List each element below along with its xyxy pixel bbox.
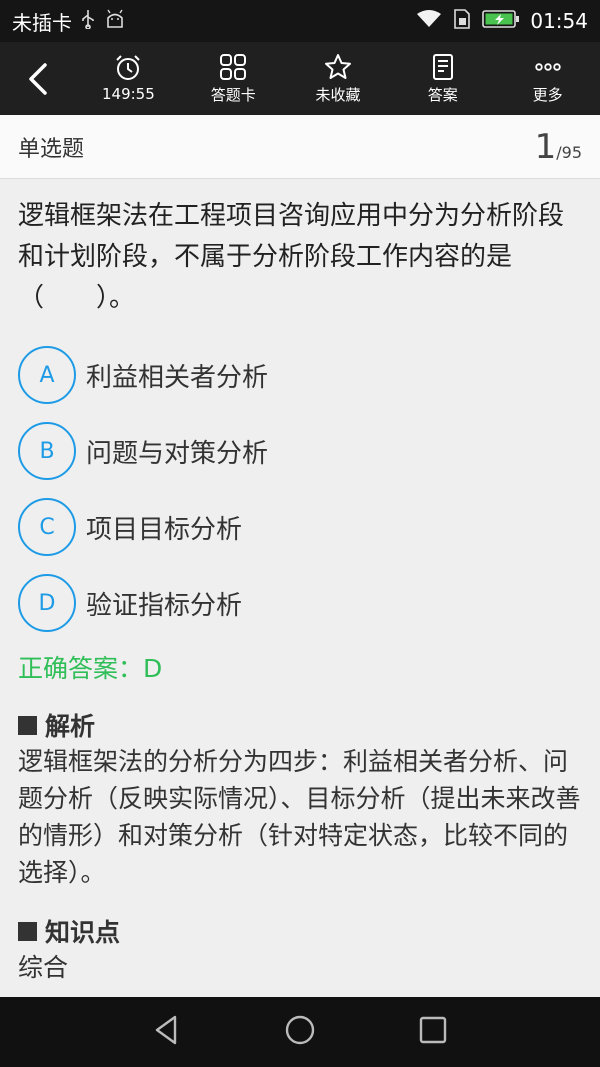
option-text: 验证指标分析 xyxy=(86,590,243,621)
knowledge-text: 综合 xyxy=(18,953,69,982)
option-letter: B xyxy=(18,422,76,480)
question-type: 单选题 xyxy=(18,136,85,162)
answer-sheet-button[interactable]: 答题卡 xyxy=(181,42,286,115)
option-d[interactable]: D 验证指标分析 xyxy=(18,573,582,633)
answer-sheet-label: 答题卡 xyxy=(210,85,256,104)
battery-charging-icon xyxy=(482,9,520,34)
nav-recents-button[interactable] xyxy=(415,1012,451,1052)
option-text: 问题与对策分析 xyxy=(86,438,269,469)
knowledge-heading: 知识点 xyxy=(18,913,582,949)
nav-back-button[interactable] xyxy=(149,1012,185,1052)
square-bullet-icon xyxy=(18,715,37,735)
option-c[interactable]: C 项目目标分析 xyxy=(18,497,582,557)
analysis-title: 解析 xyxy=(45,712,96,741)
more-label: 更多 xyxy=(532,85,563,104)
star-outline-icon xyxy=(324,53,351,79)
question-header: 单选题 1 /95 xyxy=(0,115,600,179)
alarm-clock-icon xyxy=(116,55,141,80)
option-text: 项目目标分析 xyxy=(86,514,243,545)
system-navigation-bar xyxy=(0,997,600,1067)
question-counter: 1 /95 xyxy=(535,130,582,164)
total-question-count: /95 xyxy=(556,142,582,162)
favorite-label: 未收藏 xyxy=(315,85,361,104)
more-button[interactable]: 更多 xyxy=(495,42,600,115)
top-toolbar: 149:55 答题卡 未收藏 答案 更多 xyxy=(0,42,600,115)
timer-label: 149:55 xyxy=(102,85,155,103)
analysis-heading: 解析 xyxy=(18,707,582,743)
sim-icon xyxy=(452,8,472,35)
analysis-text: 逻辑框架法的分析分为四步：利益相关者分析、问题分析（反映实际情况）、目标分析（提… xyxy=(18,747,581,887)
circle-home-icon xyxy=(285,1015,315,1045)
android-debug-icon xyxy=(104,9,126,34)
answer-label: 答案 xyxy=(427,85,458,104)
timer-button[interactable]: 149:55 xyxy=(76,42,181,115)
carrier-label: 未插卡 xyxy=(12,10,72,35)
option-a[interactable]: A 利益相关者分析 xyxy=(18,345,582,405)
nav-home-button[interactable] xyxy=(282,1012,318,1052)
question-content[interactable]: 逻辑框架法在工程项目咨询应用中分为分析阶段和计划阶段，不属于分析阶段工作内容的是… xyxy=(0,180,600,997)
option-letter: A xyxy=(18,346,76,404)
options-list: A 利益相关者分析 B 问题与对策分析 C 项目目标分析 D 验证指标分析 xyxy=(18,345,582,633)
clock-time: 01:54 xyxy=(530,9,588,33)
option-letter: C xyxy=(18,498,76,556)
option-b[interactable]: B 问题与对策分析 xyxy=(18,421,582,481)
wifi-icon xyxy=(416,9,442,34)
question-stem: 逻辑框架法在工程项目咨询应用中分为分析阶段和计划阶段，不属于分析阶段工作内容的是… xyxy=(18,201,565,313)
usb-icon xyxy=(80,9,96,34)
more-dots-icon xyxy=(534,62,561,71)
back-arrow-icon xyxy=(29,62,47,95)
current-question-number: 1 xyxy=(534,126,557,167)
triangle-back-icon xyxy=(155,1015,176,1045)
answer-button[interactable]: 答案 xyxy=(390,42,495,115)
favorite-button[interactable]: 未收藏 xyxy=(286,42,391,115)
correct-answer: 正确答案：D xyxy=(18,654,163,683)
back-button[interactable] xyxy=(0,42,76,115)
option-letter: D xyxy=(18,574,76,632)
document-icon xyxy=(432,53,453,80)
square-bullet-icon xyxy=(18,921,37,941)
knowledge-title: 知识点 xyxy=(45,918,121,947)
grid-icon xyxy=(220,53,247,80)
option-text: 利益相关者分析 xyxy=(86,362,269,393)
status-bar: 未插卡 01:54 xyxy=(0,0,600,42)
square-recents-icon xyxy=(420,1016,447,1044)
